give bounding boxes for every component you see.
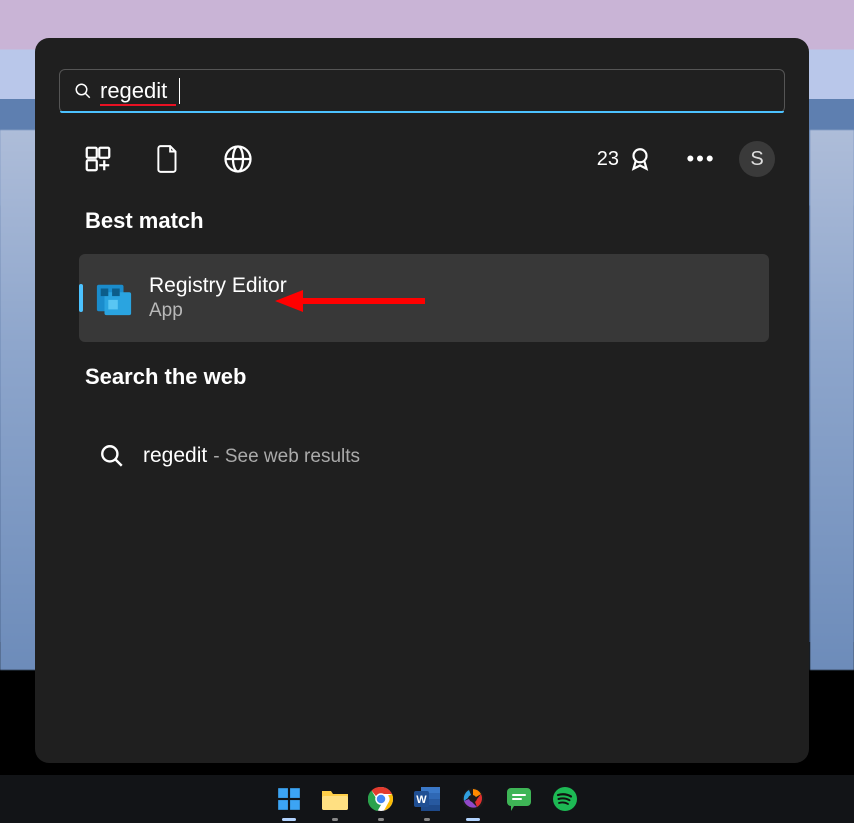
taskbar-file-explorer-button[interactable] [319,783,351,815]
web-result-term: regedit [143,444,207,468]
search-input[interactable] [100,70,760,112]
web-result-suffix: - See web results [213,446,360,468]
spellcheck-underline [100,104,176,106]
taskbar-start-button[interactable] [273,783,305,815]
windows-start-icon [276,786,302,812]
snagit-icon [460,786,486,812]
selection-indicator [79,284,83,312]
start-search-panel: 23 ••• S Best match Registry Editor App [35,38,809,763]
search-icon [74,82,92,100]
taskbar-active-indicator [282,818,296,821]
web-result-text: regedit - See web results [143,444,360,468]
taskbar-active-indicator [466,818,480,821]
best-match-subtitle: App [149,300,287,322]
user-initial: S [750,148,763,171]
filter-apps-button[interactable] [75,136,121,182]
taskbar-indicator [332,818,338,821]
taskbar-indicator [378,818,384,821]
chrome-icon [368,786,394,812]
svg-text:W: W [416,794,427,806]
document-icon [154,144,182,174]
taskbar-indicator [424,818,430,821]
globe-icon [223,144,253,174]
best-match-title: Registry Editor [149,274,287,298]
rewards-points: 23 [597,148,619,171]
section-heading-best-match: Best match [85,208,204,234]
taskbar: W [0,775,854,823]
taskbar-word-button[interactable]: W [411,783,443,815]
chat-icon [506,787,532,811]
spotify-icon [552,786,578,812]
best-match-result[interactable]: Registry Editor App [79,254,769,342]
taskbar-icons: W [273,783,581,815]
search-icon [99,443,125,469]
word-icon: W [413,786,441,812]
search-filter-row: 23 ••• S [75,136,775,182]
best-match-text: Registry Editor App [149,274,287,322]
section-heading-web: Search the web [85,364,246,390]
filter-web-button[interactable] [215,136,261,182]
ellipsis-icon: ••• [686,146,715,172]
taskbar-chat-button[interactable] [503,783,535,815]
taskbar-spotify-button[interactable] [549,783,581,815]
rewards-button[interactable]: 23 [597,146,653,172]
filter-documents-button[interactable] [145,136,191,182]
medal-icon [627,146,653,172]
more-options-button[interactable]: ••• [681,139,721,179]
search-bar[interactable] [59,69,785,113]
file-explorer-icon [321,787,349,811]
user-avatar-button[interactable]: S [739,141,775,177]
wallpaper-detail-right [810,130,854,670]
apps-grid-icon [83,144,113,174]
web-search-result[interactable]: regedit - See web results [79,412,769,500]
taskbar-chrome-button[interactable] [365,783,397,815]
registry-editor-icon [95,279,133,317]
taskbar-snagit-button[interactable] [457,783,489,815]
text-caret [179,78,180,104]
